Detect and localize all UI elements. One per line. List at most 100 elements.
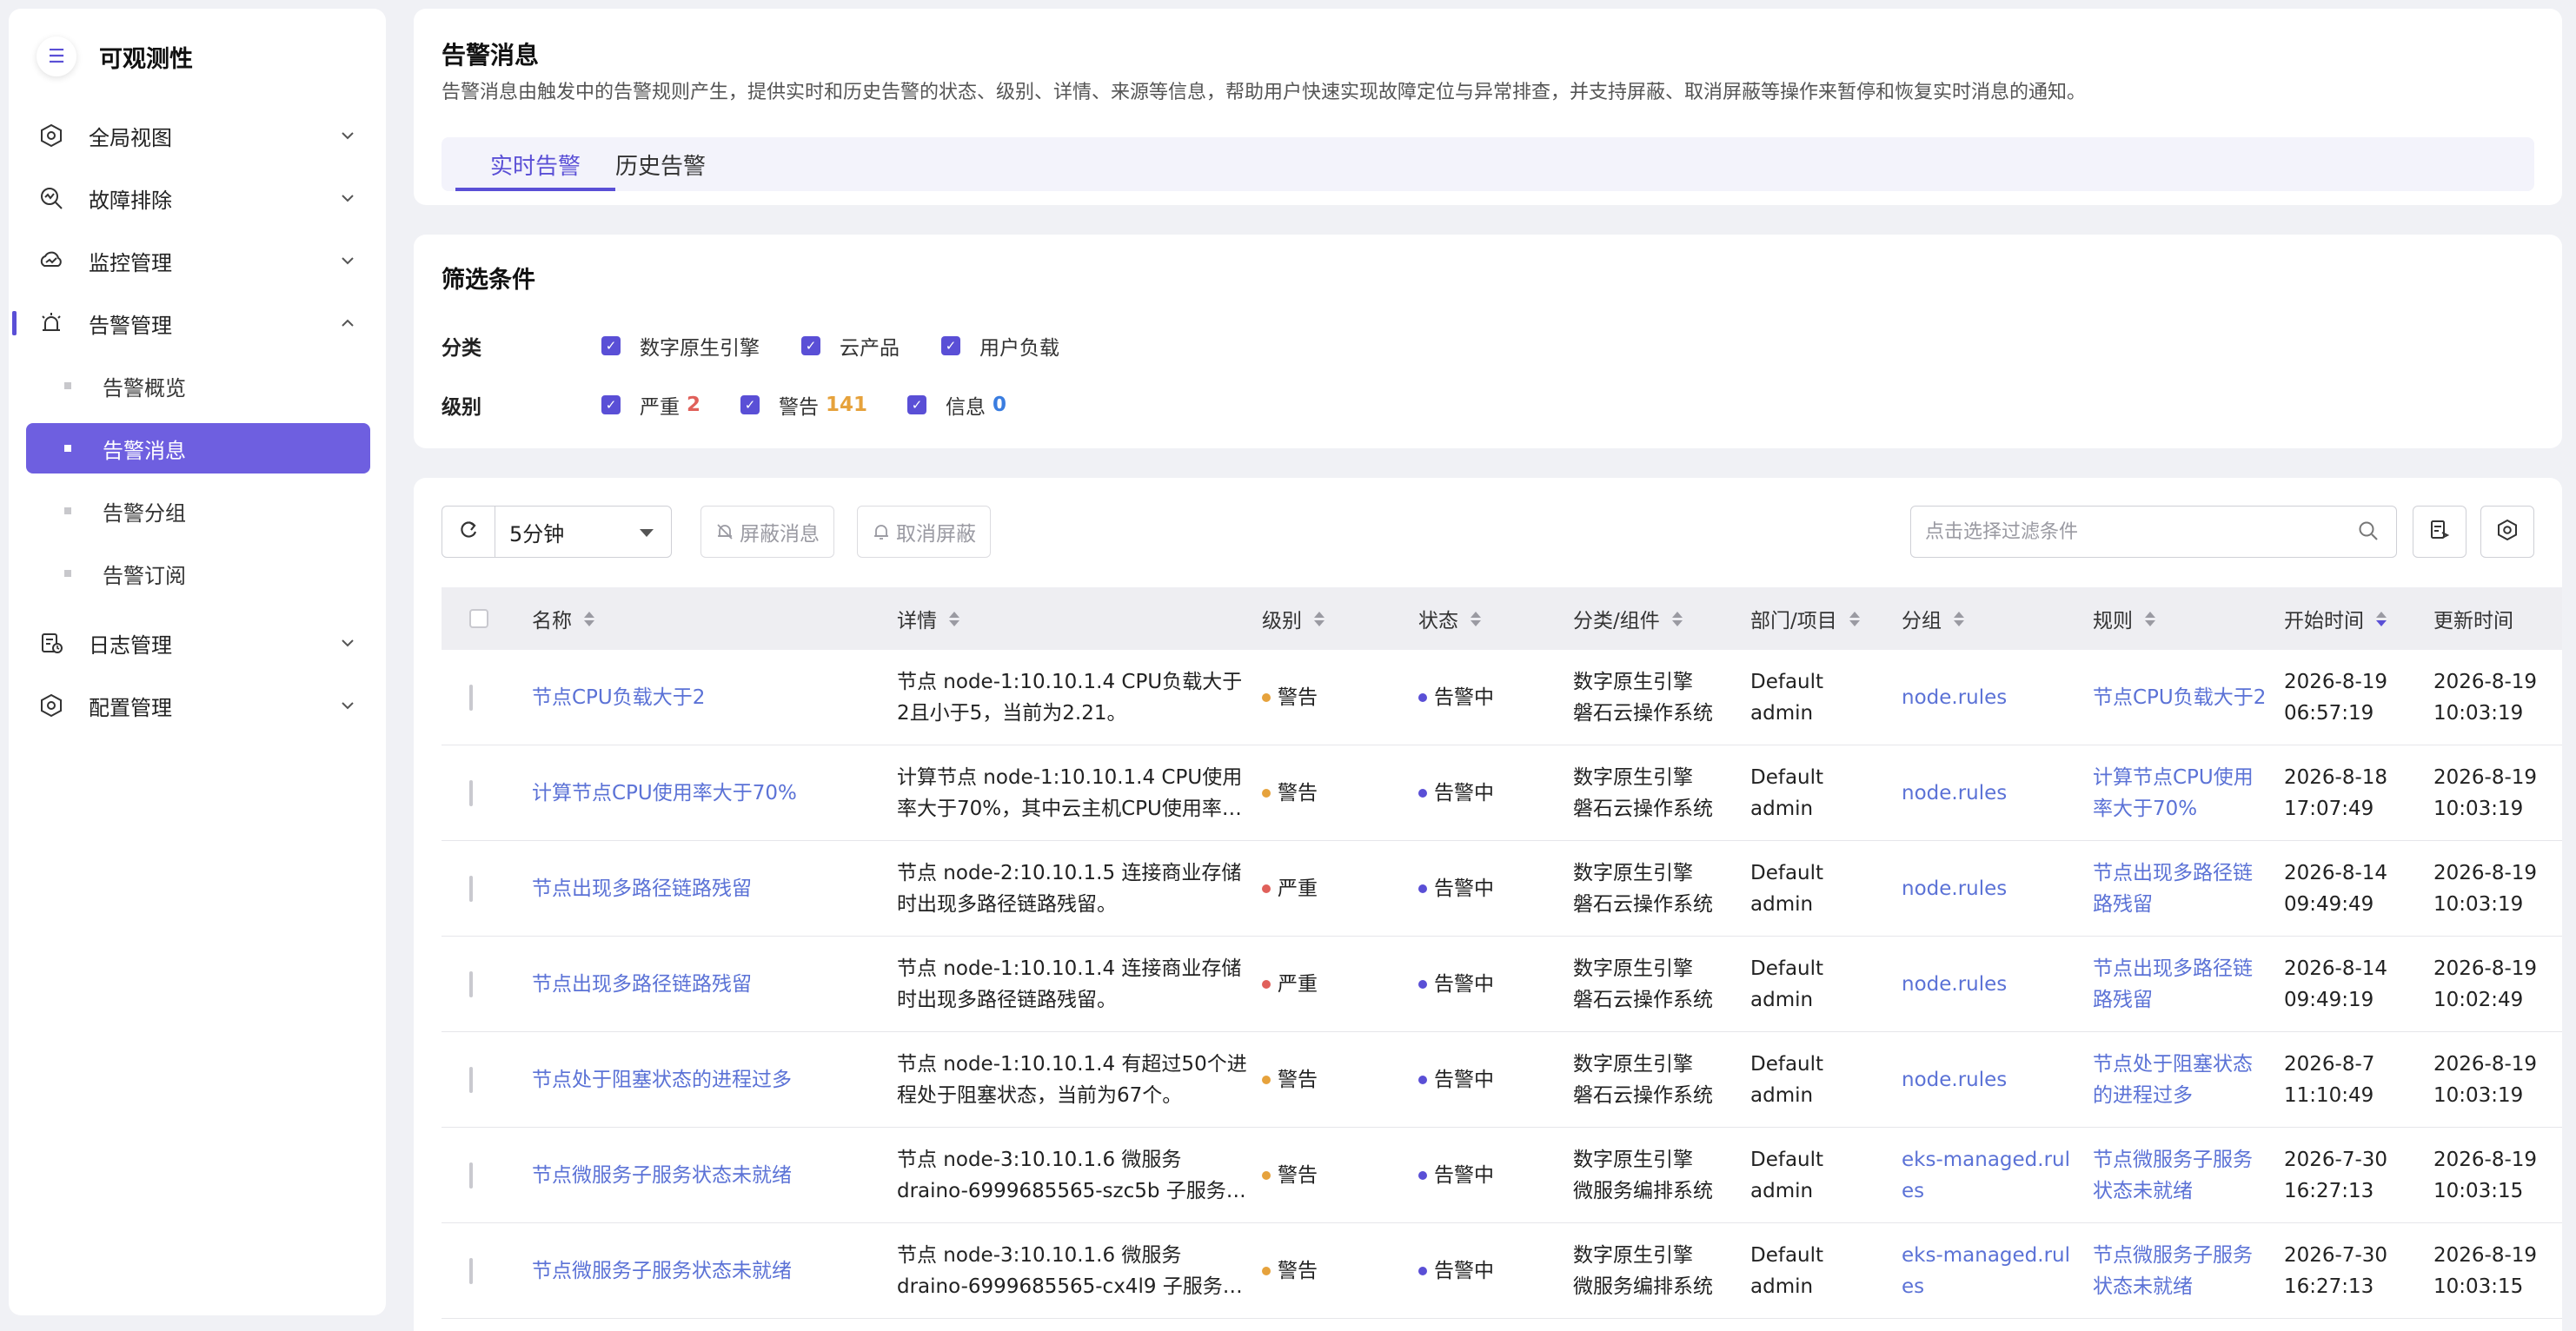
alarm-name-link[interactable]: 节点微服务子服务状态未就绪 xyxy=(532,1164,792,1187)
filter-option-label: 数字原生引擎 xyxy=(640,337,760,360)
group-link[interactable]: node.rules xyxy=(1902,973,2007,996)
list-icon[interactable]: ☰ xyxy=(37,36,76,76)
select-all-checkbox[interactable] xyxy=(469,609,488,628)
tab-realtime[interactable]: 实时告警 xyxy=(442,137,616,191)
export-button[interactable] xyxy=(2413,506,2466,558)
sort-icon[interactable] xyxy=(584,611,594,626)
alarm-name-link[interactable]: 节点CPU负载大于2 xyxy=(532,686,705,709)
unmute-button[interactable]: 取消屏蔽 xyxy=(857,506,991,558)
rule-link[interactable]: 节点微服务子服务状态未就绪 xyxy=(2093,1149,2253,1202)
update-time-cell: 2026-8-19 10:03:15 xyxy=(2433,1240,2562,1302)
group-link[interactable]: node.rules xyxy=(1902,1069,2007,1091)
filter-option-native-engine[interactable]: ✓ 数字原生引擎 xyxy=(601,331,760,361)
table-row[interactable]: 节点微服务子服务状态未就绪 节点 node-3:10.10.1.6 微服务 dr… xyxy=(442,1128,2562,1223)
rule-link[interactable]: 节点微服务子服务状态未就绪 xyxy=(2093,1244,2253,1298)
sort-icon[interactable] xyxy=(949,611,959,626)
column-header-level[interactable]: 级别 xyxy=(1262,604,1418,633)
column-header-group[interactable]: 分组 xyxy=(1902,604,2093,633)
column-header-rule[interactable]: 规则 xyxy=(2093,604,2284,633)
table-card: 5分钟 屏蔽消息 取消屏蔽 名称 详情 级别 状态 分类/组件 xyxy=(414,478,2562,1331)
sidebar-item-alarm[interactable]: 告警管理 xyxy=(9,292,386,354)
rule-link[interactable]: 节点处于阻塞状态的进程过多 xyxy=(2093,1053,2253,1107)
row-checkbox[interactable] xyxy=(469,1162,473,1189)
rule-link[interactable]: 计算节点CPU使用率大于70% xyxy=(2093,766,2254,820)
rule-link[interactable]: 节点CPU负载大于2 xyxy=(2093,686,2266,709)
sidebar-item-global-view[interactable]: 全局视图 xyxy=(9,104,386,167)
filter-option-user-workload[interactable]: ✓ 用户负载 xyxy=(941,331,1059,361)
sidebar-item-logs[interactable]: 日志管理 xyxy=(9,612,386,674)
table-row[interactable]: 节点CPU负载大于2 节点 node-1:10.10.1.4 CPU负载大于2且… xyxy=(442,650,2562,745)
row-checkbox[interactable] xyxy=(469,684,473,711)
sort-icon[interactable] xyxy=(1671,611,1683,626)
column-header-detail[interactable]: 详情 xyxy=(897,604,1262,633)
table-row[interactable]: 节点处于阻塞状态的进程过多 节点 node-1:10.10.1.4 有超过50个… xyxy=(442,1032,2562,1128)
group-link[interactable]: node.rules xyxy=(1902,782,2007,805)
unmute-label: 取消屏蔽 xyxy=(896,523,976,546)
group-link[interactable]: eks-managed.rules xyxy=(1902,1149,2070,1202)
checkbox-checked[interactable]: ✓ xyxy=(941,336,960,355)
sort-desc-icon[interactable] xyxy=(2376,611,2387,626)
checkbox-checked[interactable]: ✓ xyxy=(601,336,621,355)
filter-option-critical[interactable]: ✓ 严重 2 xyxy=(601,390,700,420)
sidebar-subitem-alarm-subscriptions[interactable]: 告警订阅 xyxy=(26,542,370,605)
table-row[interactable]: 节点出现多路径链路残留 节点 node-2:10.10.1.5 连接商业存储时出… xyxy=(442,841,2562,937)
group-link[interactable]: node.rules xyxy=(1902,877,2007,900)
sidebar-item-monitor[interactable]: 监控管理 xyxy=(9,229,386,292)
alarm-name-link[interactable]: 计算节点CPU使用率大于70% xyxy=(532,782,797,805)
checkbox-checked[interactable]: ✓ xyxy=(907,395,927,414)
sidebar-subitem-alarm-overview[interactable]: 告警概览 xyxy=(26,354,370,417)
checkbox-checked[interactable]: ✓ xyxy=(740,395,760,414)
sidebar-subitem-alarm-groups[interactable]: 告警分组 xyxy=(26,480,370,542)
sort-icon[interactable] xyxy=(1954,611,1964,626)
filter-option-cloud-product[interactable]: ✓ 云产品 xyxy=(801,331,900,361)
rule-link[interactable]: 节点出现多路径链路残留 xyxy=(2093,862,2253,916)
search-icon[interactable] xyxy=(2357,520,2381,544)
detail-cell: 计算节点 node-1:10.10.1.4 CPU使用率大于70%，其中云主机C… xyxy=(897,765,1243,820)
row-checkbox[interactable] xyxy=(469,1066,473,1093)
row-checkbox[interactable] xyxy=(469,970,473,997)
sort-icon[interactable] xyxy=(1849,611,1860,626)
update-date: 2026-8-19 xyxy=(2433,1148,2538,1171)
alarm-name-link[interactable]: 节点处于阻塞状态的进程过多 xyxy=(532,1069,792,1091)
status-text: 告警中 xyxy=(1434,685,1494,709)
sort-icon[interactable] xyxy=(1471,611,1481,626)
column-header-update-time[interactable]: 更新时间 xyxy=(2433,604,2562,633)
group-link[interactable]: eks-managed.rules xyxy=(1902,1244,2070,1298)
row-checkbox[interactable] xyxy=(469,1257,473,1284)
row-checkbox[interactable] xyxy=(469,779,473,806)
sort-icon[interactable] xyxy=(1314,611,1325,626)
table-row[interactable]: 计算节点CPU使用率大于70% 计算节点 node-1:10.10.1.4 CP… xyxy=(442,745,2562,841)
sidebar-item-config[interactable]: 配置管理 xyxy=(9,674,386,737)
alarm-name-link[interactable]: 节点出现多路径链路残留 xyxy=(532,973,752,996)
alarm-name-link[interactable]: 节点微服务子服务状态未就绪 xyxy=(532,1260,792,1282)
sort-icon[interactable] xyxy=(2145,611,2155,626)
alarm-name-link[interactable]: 节点出现多路径链路残留 xyxy=(532,877,752,900)
row-checkbox[interactable] xyxy=(469,875,473,902)
sidebar-item-troubleshoot[interactable]: 故障排除 xyxy=(9,167,386,229)
checkbox-checked[interactable]: ✓ xyxy=(801,336,820,355)
filter-option-warning[interactable]: ✓ 警告 141 xyxy=(740,390,867,420)
column-header-dept[interactable]: 部门/项目 xyxy=(1750,604,1902,633)
refresh-button[interactable] xyxy=(442,506,495,558)
rule-link[interactable]: 节点出现多路径链路残留 xyxy=(2093,957,2253,1011)
column-header-category[interactable]: 分类/组件 xyxy=(1573,604,1750,633)
start-date: 2026-7-30 xyxy=(2284,1148,2388,1171)
settings-button[interactable] xyxy=(2480,506,2534,558)
interval-select[interactable]: 5分钟 xyxy=(495,506,672,558)
page-title: 告警消息 xyxy=(442,41,540,70)
column-header-status[interactable]: 状态 xyxy=(1418,604,1573,633)
dept-text: Default xyxy=(1750,1243,1824,1267)
sidebar-subitem-alarm-messages[interactable]: 告警消息 xyxy=(26,423,370,473)
checkbox-checked[interactable]: ✓ xyxy=(601,395,621,414)
column-header-start-time[interactable]: 开始时间 xyxy=(2284,604,2433,633)
filter-option-info[interactable]: ✓ 信息 0 xyxy=(907,390,1006,420)
group-link[interactable]: node.rules xyxy=(1902,686,2007,709)
caret-down-icon xyxy=(640,529,654,537)
table-row[interactable]: 节点出现多路径链路残留 节点 node-1:10.10.1.4 连接商业存储时出… xyxy=(442,937,2562,1032)
filter-search-input[interactable] xyxy=(1910,506,2397,558)
tab-history[interactable]: 历史告警 xyxy=(615,137,740,191)
status-text: 告警中 xyxy=(1434,1163,1494,1187)
mute-button[interactable]: 屏蔽消息 xyxy=(700,506,834,558)
table-row[interactable]: 节点微服务子服务状态未就绪 节点 node-3:10.10.1.6 微服务 dr… xyxy=(442,1223,2562,1319)
column-header-name[interactable]: 名称 xyxy=(532,604,897,633)
